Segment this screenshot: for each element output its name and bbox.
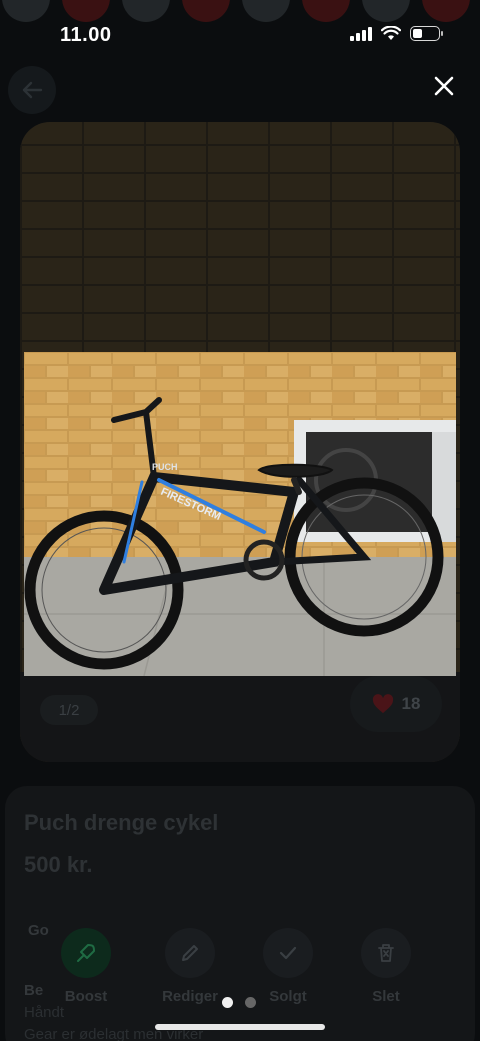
delete-label: Slet [372, 988, 400, 1005]
listing-title: Puch drenge cykel [24, 810, 219, 835]
field-label-be: Be [24, 982, 44, 999]
back-button [8, 66, 56, 114]
edit-label: Rediger [162, 988, 218, 1005]
home-indicator [155, 1024, 325, 1030]
status-bar: 11.00 [0, 0, 480, 70]
battery-icon [410, 26, 443, 41]
page-indicator: 1/2 [40, 695, 98, 725]
brand-text: PUCH [152, 462, 178, 472]
carousel-dots [222, 997, 256, 1008]
close-icon [434, 76, 454, 96]
wifi-icon [381, 26, 401, 40]
sold-button: Solgt [248, 926, 328, 1005]
heart-icon [372, 694, 393, 714]
edit-button: Rediger [150, 926, 230, 1005]
boost-button: Boost [46, 926, 126, 1005]
like-count: 18 [401, 694, 421, 713]
boost-label: Boost [64, 988, 108, 1005]
listing-photo-fullscreen[interactable]: FIRESTORM PUCH [24, 352, 456, 676]
delete-button: Slet [346, 926, 426, 1005]
listing-price: 500 kr. [24, 852, 93, 877]
like-counter: 18 [350, 676, 442, 732]
arrow-left-icon [22, 81, 43, 99]
carousel-dot [245, 997, 256, 1008]
pencil-icon [182, 945, 198, 961]
owner-action-bar: Boost Rediger Solgt Slet [46, 926, 466, 1016]
close-button[interactable] [428, 70, 460, 102]
status-time: 11.00 [60, 24, 112, 46]
trash-icon [378, 944, 394, 962]
checkmark-icon [279, 946, 297, 960]
cellular-signal-icon [350, 26, 372, 41]
status-icons [350, 26, 443, 41]
sold-label: Solgt [269, 988, 307, 1005]
carousel-dot-active [222, 997, 233, 1008]
rocket-icon [77, 944, 95, 962]
